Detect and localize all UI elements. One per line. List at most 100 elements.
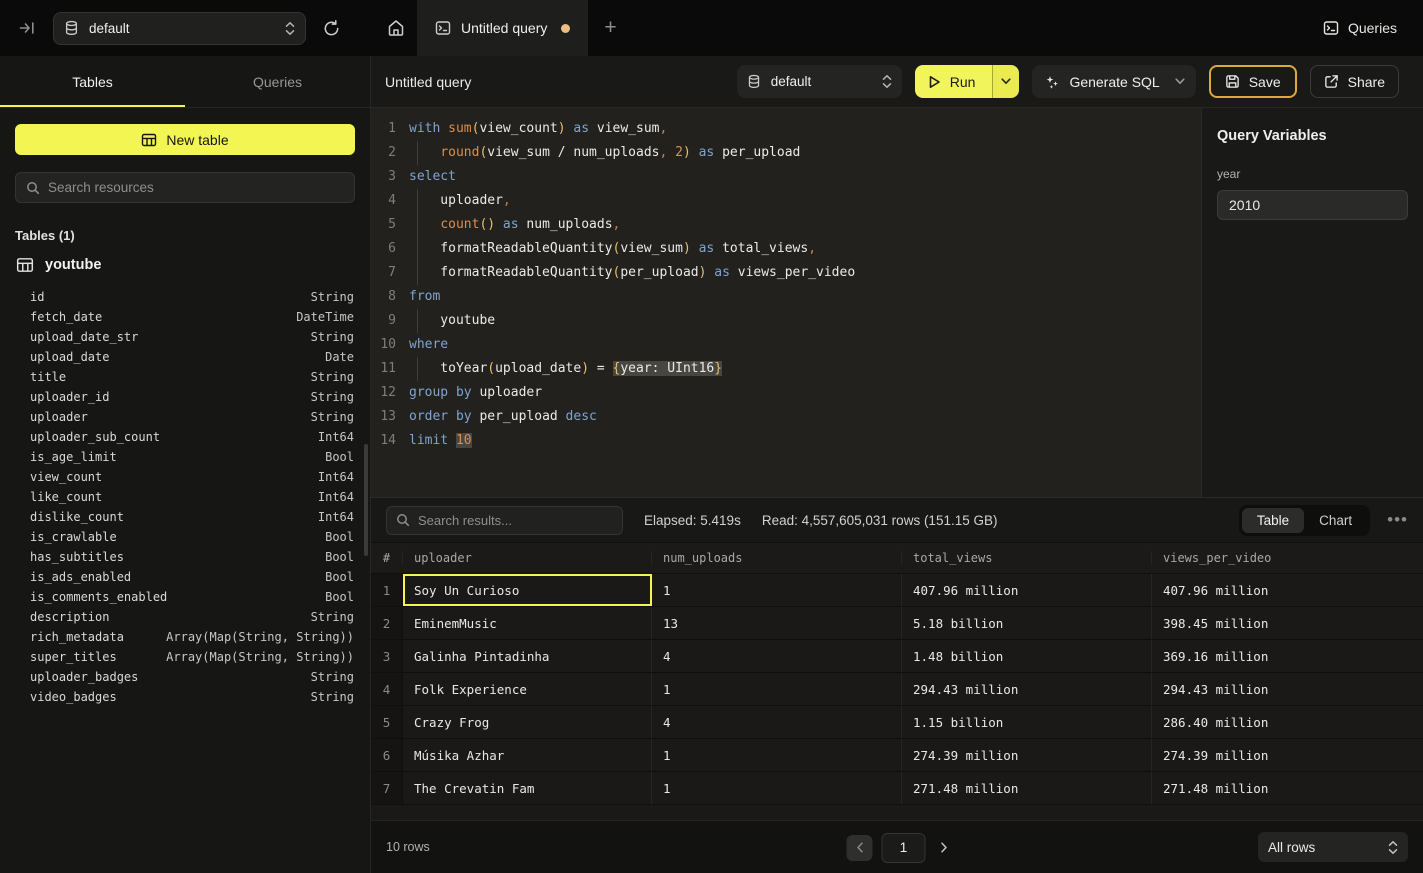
column-name: rich_metadata — [30, 627, 124, 647]
elapsed-stat: Elapsed: 5.419s — [644, 513, 741, 528]
generate-sql-button[interactable]: Generate SQL — [1032, 65, 1195, 98]
database-selector[interactable]: default — [53, 12, 306, 45]
sidebar-tab-queries[interactable]: Queries — [185, 56, 370, 107]
code-line: 12group by uploader — [371, 381, 1201, 405]
tab-untitled-query[interactable]: Untitled query — [417, 0, 588, 56]
column-type: Int64 — [318, 467, 354, 487]
column-type: Array(Map(String, String)) — [166, 647, 354, 667]
column-type: Bool — [325, 547, 354, 567]
column-type: Bool — [325, 447, 354, 467]
sidebar-tab-tables[interactable]: Tables — [0, 56, 185, 107]
results-menu-button[interactable]: ••• — [1387, 510, 1408, 530]
save-icon — [1225, 74, 1240, 89]
query-database-selector[interactable]: default — [737, 65, 902, 98]
results-table-body: 1Soy Un Curioso1407.96 million407.96 mil… — [371, 574, 1423, 805]
results-cell[interactable]: 274.39 million — [902, 739, 1152, 771]
results-cell[interactable]: Galinha Pintadinha — [403, 640, 652, 672]
variable-value-input[interactable] — [1217, 190, 1408, 220]
results-cell[interactable]: 407.96 million — [902, 574, 1152, 606]
code-text: round(view_sum / num_uploads, 2) as per_… — [403, 141, 800, 165]
code-line: 5 count() as num_uploads, — [371, 213, 1201, 237]
column-name: view_count — [30, 467, 102, 487]
table-row: 6Músika Azhar1274.39 million274.39 milli… — [371, 739, 1423, 772]
results-cell[interactable]: 1 — [652, 574, 902, 606]
results-cell[interactable]: 1 — [652, 739, 902, 771]
row-number-cell: 4 — [371, 673, 403, 705]
new-table-button[interactable]: New table — [15, 124, 355, 155]
results-cell[interactable]: The Crevatin Fam — [403, 772, 652, 804]
chevron-updown-icon — [1388, 840, 1398, 855]
results-cell[interactable]: Músika Azhar — [403, 739, 652, 771]
results-cell[interactable]: 274.39 million — [1152, 739, 1423, 771]
results-search[interactable] — [386, 506, 623, 535]
results-cell[interactable]: Crazy Frog — [403, 706, 652, 738]
results-cell[interactable]: 286.40 million — [1152, 706, 1423, 738]
database-selector-value: default — [89, 21, 130, 36]
run-button[interactable]: Run — [915, 65, 993, 98]
results-cell[interactable]: 369.16 million — [1152, 640, 1423, 672]
sidebar-scrollbar[interactable] — [364, 444, 368, 556]
results-header-cell[interactable]: num_uploads — [652, 551, 902, 565]
terminal-icon — [435, 20, 451, 36]
column-name: uploader_sub_count — [30, 427, 160, 447]
results-cell[interactable]: 407.96 million — [1152, 574, 1423, 606]
line-number: 12 — [371, 381, 403, 405]
resource-search[interactable] — [15, 172, 355, 203]
code-line: 6 formatReadableQuantity(view_sum) as to… — [371, 237, 1201, 261]
new-tab-button[interactable]: + — [604, 16, 616, 40]
results-cell[interactable]: 1.15 billion — [902, 706, 1152, 738]
results-cell[interactable]: 294.43 million — [1152, 673, 1423, 705]
schema-column-row: is_age_limitBool — [30, 447, 354, 467]
results-cell[interactable]: 271.48 million — [902, 772, 1152, 804]
results-cell[interactable]: 398.45 million — [1152, 607, 1423, 639]
query-variables-title: Query Variables — [1217, 128, 1408, 144]
results-cell[interactable]: 1.48 billion — [902, 640, 1152, 672]
prev-page-button[interactable] — [847, 835, 873, 861]
home-button[interactable] — [375, 0, 417, 56]
column-type: Array(Map(String, String)) — [166, 627, 354, 647]
column-name: is_comments_enabled — [30, 587, 167, 607]
row-number-cell: 2 — [371, 607, 403, 639]
column-type: Bool — [325, 587, 354, 607]
run-options-button[interactable] — [992, 65, 1019, 98]
results-search-input[interactable] — [418, 513, 613, 528]
results-table-header: #uploadernum_uploadstotal_viewsviews_per… — [371, 542, 1423, 574]
results-cell[interactable]: 13 — [652, 607, 902, 639]
column-type: Date — [325, 347, 354, 367]
results-header-cell[interactable]: uploader — [403, 551, 652, 565]
view-tab-table[interactable]: Table — [1242, 508, 1304, 533]
next-page-button[interactable] — [941, 842, 948, 853]
results-cell[interactable]: 271.48 million — [1152, 772, 1423, 804]
results-cell[interactable]: 4 — [652, 640, 902, 672]
results-header-cell[interactable]: total_views — [902, 551, 1152, 565]
results-cell[interactable]: 4 — [652, 706, 902, 738]
results-cell[interactable]: 5.18 billion — [902, 607, 1152, 639]
refresh-icon[interactable] — [322, 19, 341, 38]
results-cell[interactable]: Folk Experience — [403, 673, 652, 705]
results-cell[interactable]: 294.43 million — [902, 673, 1152, 705]
results-cell[interactable]: EminemMusic — [403, 607, 652, 639]
chevron-down-icon[interactable] — [1175, 78, 1185, 85]
results-cell[interactable]: 1 — [652, 772, 902, 804]
sql-editor[interactable]: 1with sum(view_count) as view_sum,2 roun… — [371, 108, 1201, 497]
results-cell[interactable]: Soy Un Curioso — [403, 574, 652, 606]
page-number-input[interactable] — [882, 833, 926, 863]
share-button[interactable]: Share — [1310, 65, 1399, 98]
view-tab-chart[interactable]: Chart — [1304, 508, 1367, 533]
column-type: String — [311, 387, 354, 407]
line-number: 10 — [371, 333, 403, 357]
resource-search-input[interactable] — [48, 180, 344, 195]
results-cell[interactable]: 1 — [652, 673, 902, 705]
schema-column-row: has_subtitlesBool — [30, 547, 354, 567]
collapse-sidebar-icon[interactable] — [18, 19, 36, 37]
page-size-selector[interactable]: All rows — [1258, 832, 1408, 862]
save-button[interactable]: Save — [1209, 65, 1297, 98]
code-text: from — [403, 285, 440, 309]
column-type: String — [311, 407, 354, 427]
table-entry-youtube[interactable]: youtube — [16, 256, 370, 274]
results-header-cell[interactable]: views_per_video — [1152, 551, 1423, 565]
queries-button[interactable]: Queries — [1323, 0, 1397, 56]
column-name: upload_date_str — [30, 327, 138, 347]
results-header-cell[interactable]: # — [371, 551, 403, 565]
column-name: title — [30, 367, 66, 387]
